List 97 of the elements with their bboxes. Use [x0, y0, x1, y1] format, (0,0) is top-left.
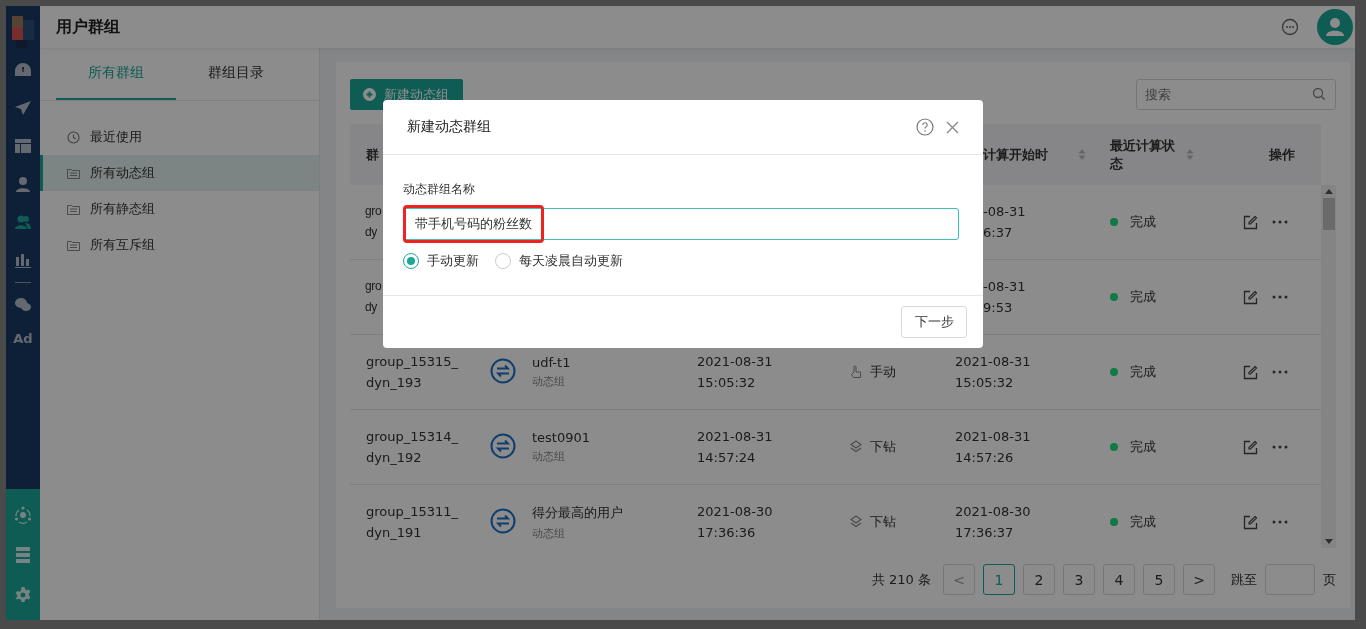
group-list-item[interactable]: 所有静态组 [40, 191, 319, 227]
update-type: 下钻 [870, 438, 896, 456]
dashboard-icon[interactable] [14, 62, 32, 78]
folder-icon [67, 167, 80, 179]
scrollbar[interactable] [1321, 185, 1336, 548]
group-list-item[interactable]: 最近使用 [40, 119, 319, 155]
plus-icon [363, 88, 376, 101]
scroll-down-icon[interactable] [1324, 539, 1333, 544]
edit-icon[interactable] [1243, 364, 1258, 380]
edit-icon[interactable] [1243, 514, 1258, 530]
group-id: group_15314_ dyn_192 [366, 429, 459, 465]
status-text: 完成 [1130, 363, 1156, 381]
created-time: 2021-08-30 17:36:36 [697, 504, 773, 540]
page-label: 页 [1323, 570, 1336, 589]
created-time: 2021-08-31 14:57:24 [697, 429, 773, 465]
swap-icon [490, 357, 516, 384]
status-text: 完成 [1130, 438, 1156, 456]
group-type: 动态组 [532, 525, 566, 541]
name-field[interactable]: 带手机号码的粉丝数 [403, 208, 959, 240]
page-title: 用户群组 [56, 16, 120, 38]
chart-icon[interactable] [14, 252, 32, 268]
dialog-title: 新建动态群组 [407, 118, 491, 136]
settings-icon[interactable] [14, 585, 32, 604]
field-label: 动态群组名称 [403, 181, 476, 198]
layers-icon [850, 440, 862, 454]
group-id: group_15315_ dyn_193 [366, 354, 459, 390]
folder-icon [67, 203, 80, 215]
page-button[interactable]: 5 [1143, 564, 1175, 595]
group-list-item[interactable]: 所有动态组 [40, 155, 319, 191]
swap-icon [490, 507, 516, 534]
field-value: 带手机号码的粉丝数 [403, 205, 544, 243]
layout-icon[interactable] [14, 138, 32, 154]
edit-icon[interactable] [1243, 214, 1258, 230]
column-header: 操作 [1269, 145, 1295, 164]
folder-icon [67, 239, 80, 251]
computed-time: 2021-08-30 17:36:37 [955, 504, 1031, 540]
update-type: 下钻 [870, 513, 896, 531]
edit-icon[interactable] [1243, 439, 1258, 455]
sort-icon[interactable] [1078, 148, 1086, 161]
send-icon[interactable] [14, 100, 32, 116]
status-text: 完成 [1130, 513, 1156, 531]
layers-icon [850, 515, 862, 529]
group-name[interactable]: 得分最高的用户 [532, 503, 697, 522]
swap-icon [490, 432, 516, 459]
group-id: gro dy [365, 204, 382, 239]
server-icon[interactable] [14, 545, 32, 564]
close-icon[interactable] [946, 120, 959, 134]
search-field[interactable]: 搜索 [1136, 79, 1336, 110]
chat-icon[interactable] [1281, 18, 1299, 36]
column-header: 最近计算状态 [1110, 136, 1176, 173]
more-icon[interactable] [1272, 220, 1288, 224]
computed-time: 2021-08-31 15:05:32 [955, 354, 1031, 390]
group-type: 动态组 [532, 449, 566, 464]
column-header: 群 [366, 145, 379, 164]
network-icon[interactable] [14, 505, 32, 524]
more-icon[interactable] [1272, 295, 1288, 299]
jump-label: 跳至 [1231, 570, 1257, 589]
ad-link[interactable]: Ad [13, 331, 33, 346]
more-icon[interactable] [1272, 370, 1288, 374]
clock-icon [67, 130, 80, 144]
users-icon[interactable] [14, 214, 32, 230]
sort-icon[interactable] [1186, 148, 1194, 161]
group-id: group_15311_ dyn_191 [366, 504, 459, 540]
user-icon[interactable] [14, 176, 32, 192]
hand-icon [850, 365, 862, 379]
computed-time: -08-31 6:37 [983, 204, 1026, 240]
more-icon[interactable] [1272, 520, 1288, 524]
column-header: 计算开始时 [983, 145, 1048, 164]
edit-icon[interactable] [1243, 289, 1258, 305]
avatar[interactable] [1317, 9, 1353, 45]
radio-option[interactable]: 手动更新 [403, 252, 479, 270]
help-icon[interactable] [916, 118, 934, 136]
chat-icon[interactable] [14, 297, 32, 313]
page-button[interactable]: 3 [1063, 564, 1095, 595]
radio-option[interactable]: 每天凌晨自动更新 [495, 252, 623, 270]
next-page-button[interactable]: > [1183, 564, 1215, 595]
created-time: 2021-08-31 15:05:32 [697, 354, 773, 390]
group-id: gro dy [365, 279, 382, 314]
group-list-item[interactable]: 所有互斥组 [40, 227, 319, 263]
total-count: 共 210 条 [871, 570, 931, 589]
computed-time: 2021-08-31 14:57:26 [955, 429, 1031, 465]
search-icon [1312, 87, 1326, 101]
logo-icon [12, 16, 34, 50]
more-icon[interactable] [1272, 445, 1288, 449]
scroll-thumb[interactable] [1322, 198, 1335, 230]
group-name[interactable]: udf-t1 [532, 355, 697, 370]
status-text: 完成 [1130, 288, 1156, 306]
computed-time: -08-31 9:53 [983, 279, 1026, 315]
tab[interactable]: 群组目录 [176, 48, 296, 100]
update-type: 手动 [870, 363, 896, 381]
next-button[interactable]: 下一步 [901, 306, 967, 338]
scroll-up-icon[interactable] [1324, 189, 1333, 194]
page-button[interactable]: 4 [1103, 564, 1135, 595]
status-text: 完成 [1130, 213, 1156, 231]
group-name[interactable]: test0901 [532, 430, 697, 445]
group-type: 动态组 [532, 374, 566, 389]
page-button[interactable]: 2 [1023, 564, 1055, 595]
